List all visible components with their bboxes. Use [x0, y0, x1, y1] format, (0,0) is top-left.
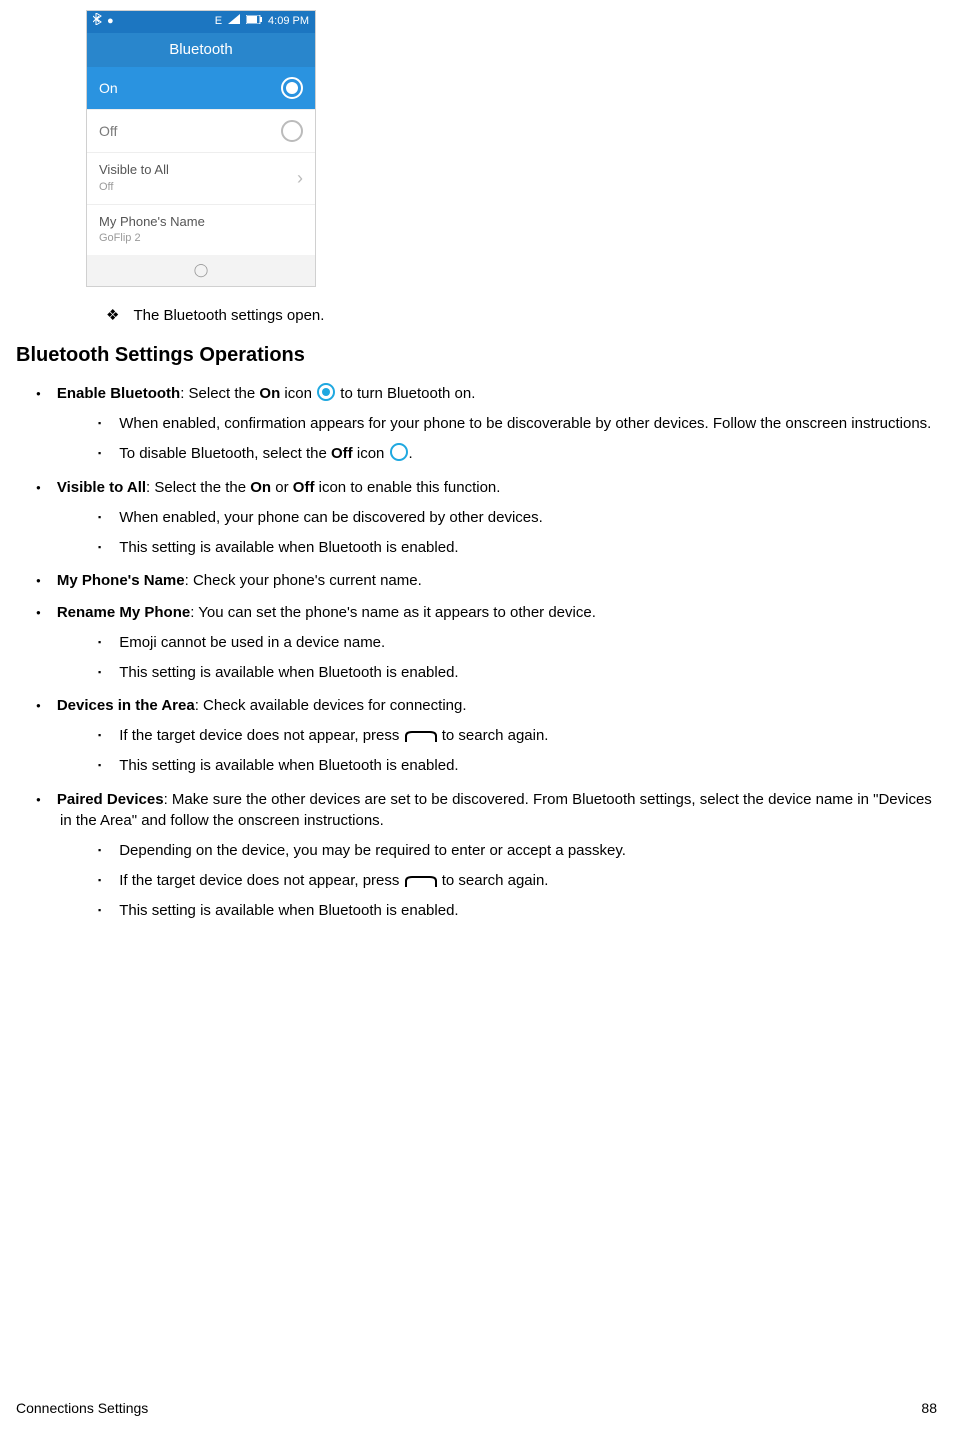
- list-item: Rename My Phone: You can set the phone's…: [60, 602, 937, 683]
- row-on-label: On: [99, 78, 281, 98]
- list-item: Enable Bluetooth: Select the On icon to …: [60, 382, 937, 465]
- content-list: Enable Bluetooth: Select the On icon to …: [16, 382, 937, 922]
- list-item: Paired Devices: Make sure the other devi…: [60, 789, 937, 922]
- status-time: 4:09 PM: [268, 14, 309, 30]
- result-note: The Bluetooth settings open.: [106, 305, 937, 327]
- radio-on-icon: [281, 77, 303, 99]
- list-item: Devices in the Area: Check available dev…: [60, 695, 937, 776]
- sub-list-item: If the target device does not appear, pr…: [124, 870, 937, 892]
- notification-dot-icon: ●: [107, 14, 114, 30]
- chevron-right-icon: ›: [297, 165, 303, 191]
- row-off-label: Off: [99, 121, 281, 141]
- result-note-text: The Bluetooth settings open.: [106, 307, 324, 324]
- phone-title: Bluetooth: [87, 33, 315, 67]
- sub-list-item: Emoji cannot be used in a device name.: [124, 632, 937, 654]
- nav-circle-icon: ◯: [194, 262, 209, 277]
- sub-list-item: This setting is available when Bluetooth…: [124, 662, 937, 684]
- phone-statusbar: ● E 4:09 PM: [87, 11, 315, 33]
- phone-navbar: ◯: [87, 255, 315, 286]
- sub-list-item: This setting is available when Bluetooth…: [124, 537, 937, 559]
- sub-list-item: When enabled, confirmation appears for y…: [124, 413, 937, 435]
- row-visible-value: Off: [99, 180, 297, 196]
- sub-list-item: This setting is available when Bluetooth…: [124, 755, 937, 777]
- sub-list-item: Depending on the device, you may be requ…: [124, 840, 937, 862]
- row-off[interactable]: Off: [87, 110, 315, 153]
- footer-page-number: 88: [921, 1398, 937, 1418]
- radio-off-icon: [281, 120, 303, 142]
- row-name-value: GoFlip 2: [99, 231, 303, 247]
- row-name-label: My Phone's Name: [99, 213, 303, 232]
- row-visible[interactable]: Visible to All Off ›: [87, 153, 315, 205]
- sub-list-item: When enabled, your phone can be discover…: [124, 507, 937, 529]
- battery-icon: [246, 14, 262, 30]
- footer-section: Connections Settings: [16, 1398, 148, 1418]
- section-heading: Bluetooth Settings Operations: [16, 341, 937, 370]
- phone-screenshot: ● E 4:09 PM Bluetooth On Off Visible to …: [86, 10, 316, 287]
- row-visible-label: Visible to All: [99, 161, 297, 180]
- list-item: Visible to All: Select the the On or Off…: [60, 477, 937, 558]
- list-item: My Phone's Name: Check your phone's curr…: [60, 570, 937, 592]
- page-footer: Connections Settings 88: [16, 1398, 937, 1418]
- signal-icon: [228, 14, 240, 30]
- row-name[interactable]: My Phone's Name GoFlip 2: [87, 205, 315, 256]
- row-on[interactable]: On: [87, 67, 315, 110]
- sub-list-item: If the target device does not appear, pr…: [124, 725, 937, 747]
- sub-list-item: To disable Bluetooth, select the Off ico…: [124, 442, 937, 465]
- bluetooth-icon: [93, 13, 103, 31]
- network-type: E: [215, 14, 222, 30]
- sub-list-item: This setting is available when Bluetooth…: [124, 900, 937, 922]
